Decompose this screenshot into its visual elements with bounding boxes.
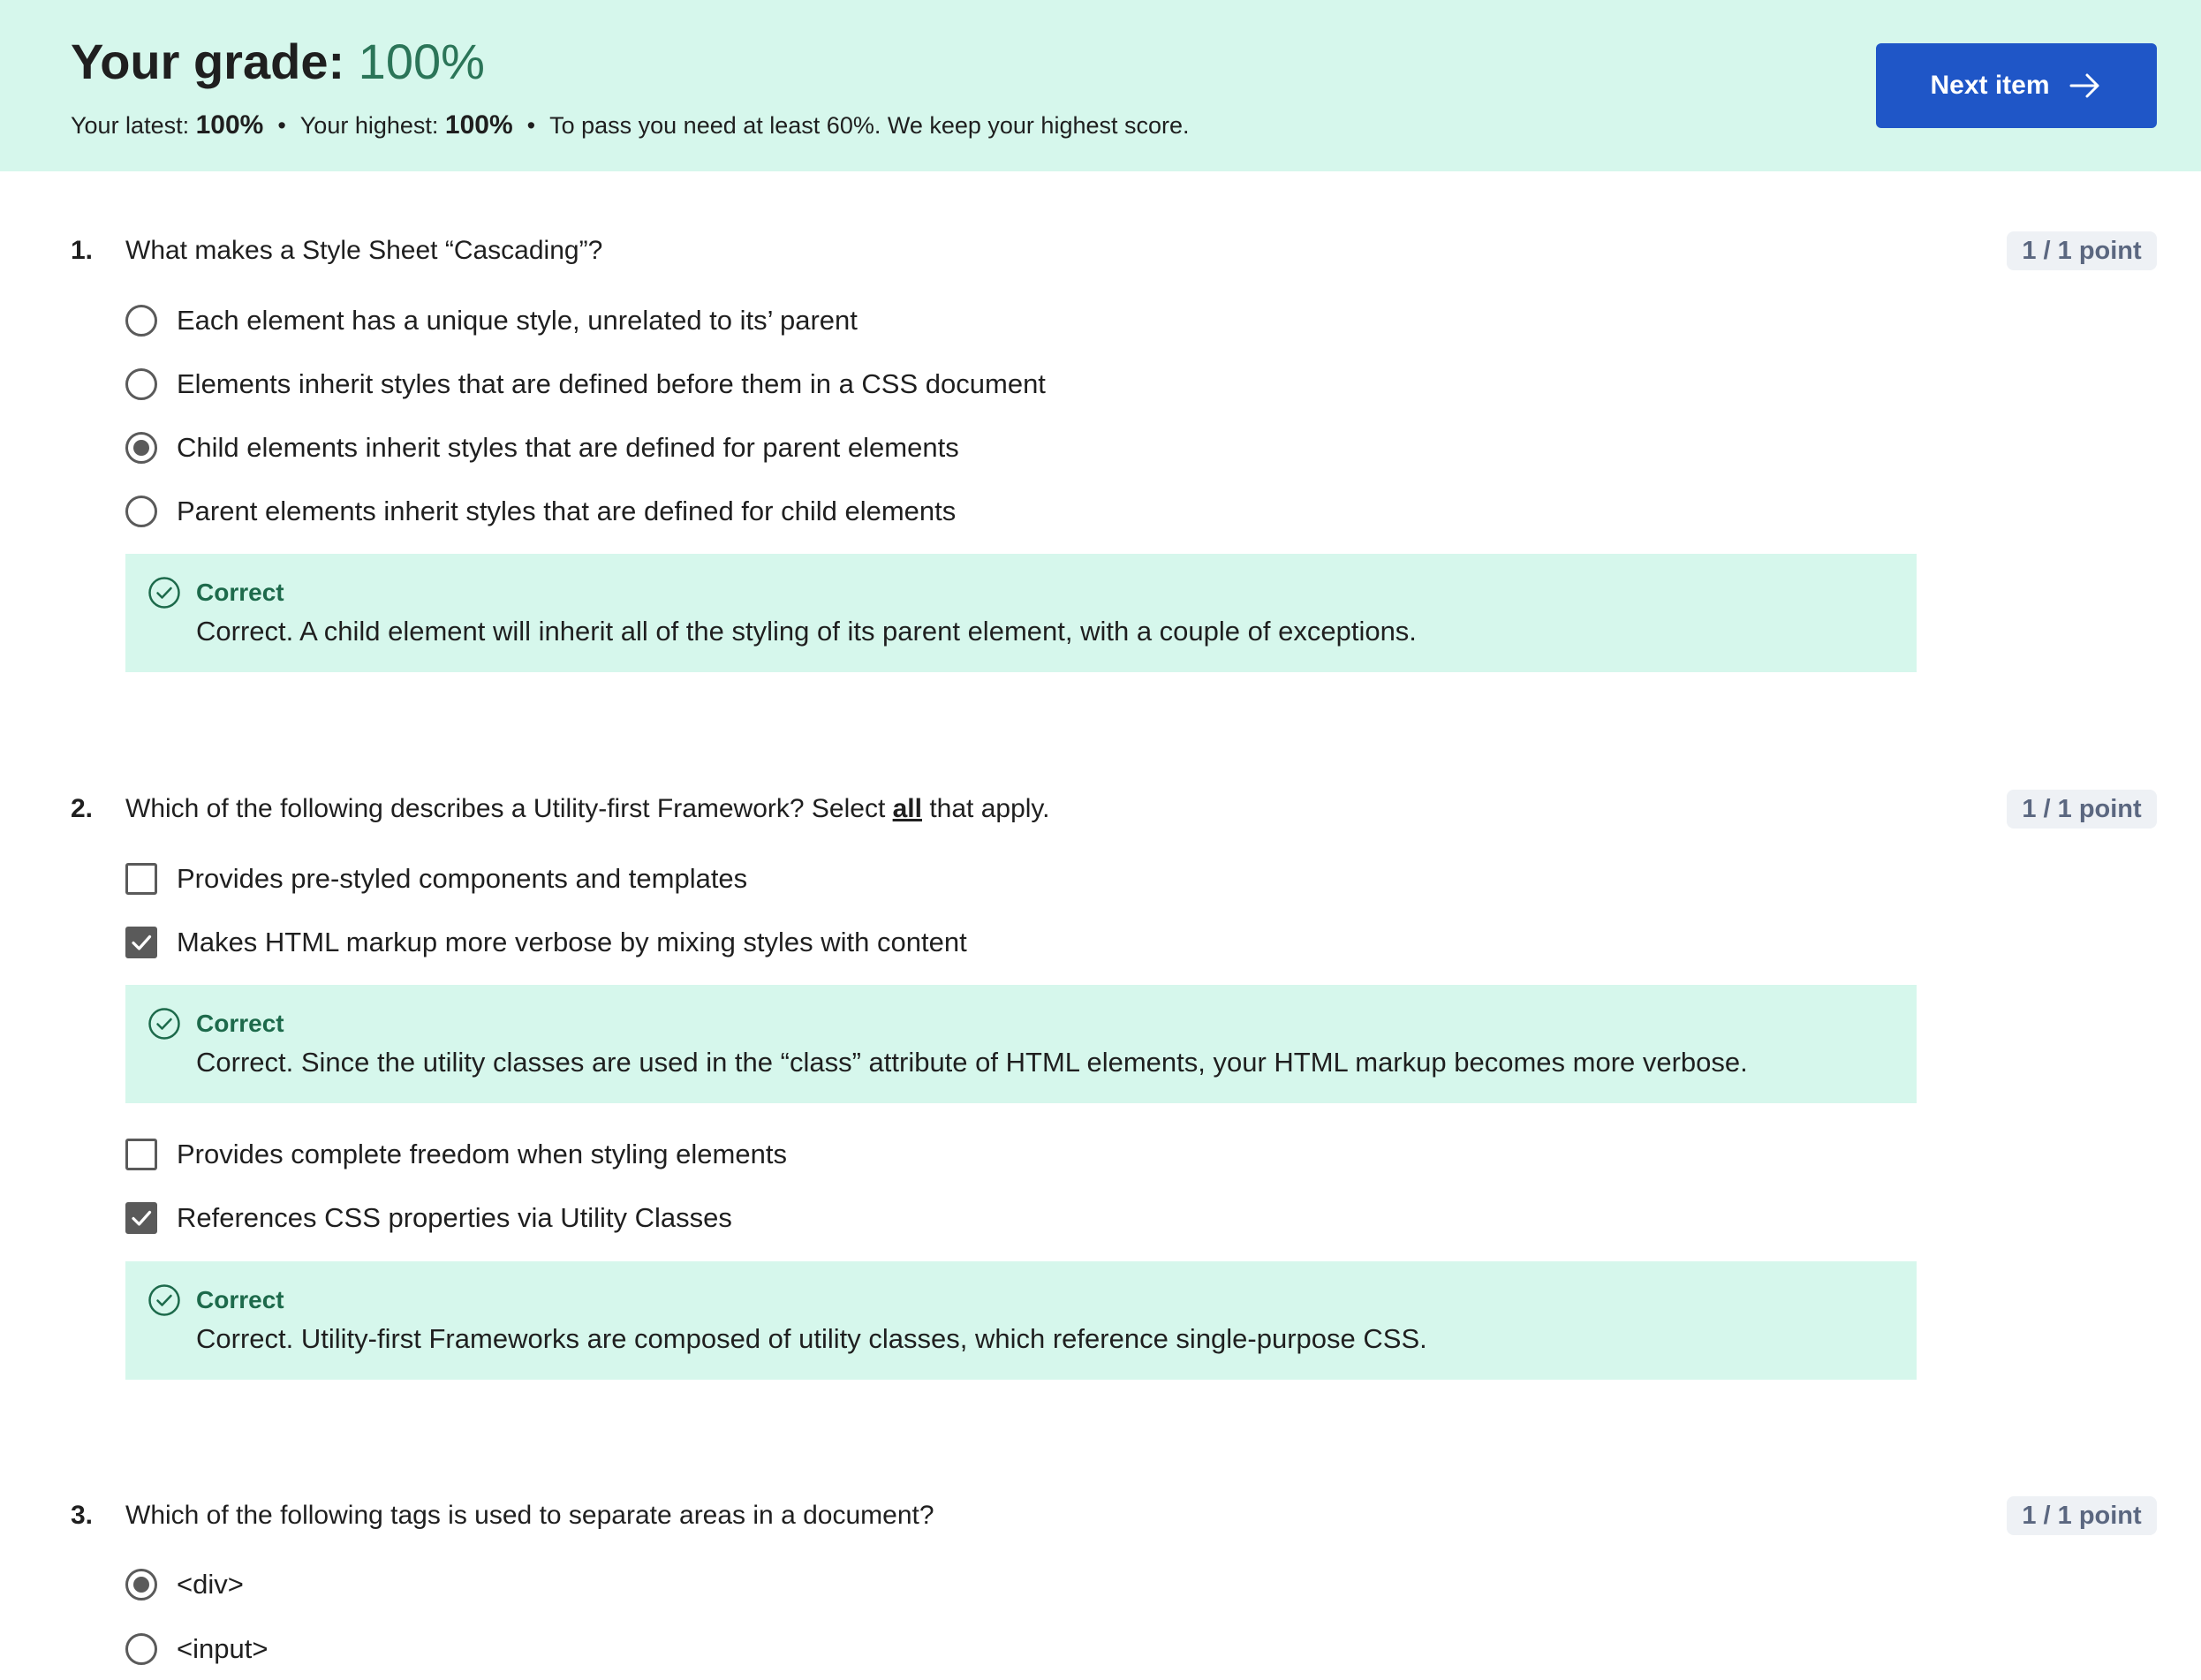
question-3-option-1[interactable]: <div> — [125, 1565, 244, 1604]
question-2-option-4[interactable]: References CSS properties via Utility Cl… — [125, 1199, 732, 1237]
question-1-feedback: Correct Correct. A child element will in… — [125, 554, 1917, 672]
option-label: Parent elements inherit styles that are … — [177, 496, 957, 526]
checkbox-checked[interactable] — [125, 927, 157, 958]
highest-label: Your highest: — [299, 112, 445, 139]
option-label: Provides pre-styled components and templ… — [177, 863, 748, 894]
separator: • — [526, 112, 536, 139]
question-1-option-4[interactable]: Parent elements inherit styles that are … — [125, 492, 956, 531]
grade-label: Your grade: — [71, 34, 359, 89]
check-circle-icon — [148, 1284, 180, 1316]
grade-value: 100% — [358, 34, 485, 89]
radio-button[interactable] — [125, 496, 157, 527]
question-1-option-1[interactable]: Each element has a unique style, unrelat… — [125, 301, 858, 340]
question-1-option-2[interactable]: Elements inherit styles that are defined… — [125, 365, 1046, 404]
question-3-option-2[interactable]: <input> — [125, 1630, 268, 1669]
grade-header: Your grade: 100% Your latest: 100% • Your … — [0, 0, 2201, 171]
checkbox[interactable] — [125, 1139, 157, 1170]
radio-button-selected[interactable] — [125, 432, 157, 464]
radio-button[interactable] — [125, 368, 157, 400]
question-2-option-3[interactable]: Provides complete freedom when styling e… — [125, 1135, 787, 1174]
feedback-text: Correct. Utility-first Frameworks are co… — [196, 1323, 1427, 1354]
radio-button[interactable] — [125, 1633, 157, 1665]
checkmark-icon — [132, 935, 152, 950]
feedback-text: Correct. A child element will inherit al… — [196, 616, 1417, 647]
option-label: <div> — [177, 1569, 244, 1600]
option-label: Makes HTML markup more verbose by mixing… — [177, 927, 967, 957]
arrow-right-icon — [2069, 73, 2099, 98]
option-label: <input> — [177, 1633, 269, 1664]
grade-summary: Your latest: 100% • Your highest: 100% • To … — [71, 104, 1190, 147]
feedback-text: Correct. Since the utility classes are u… — [196, 1047, 1748, 1078]
question-2-feedback-2: Correct Correct. Utility-first Framework… — [125, 1261, 1917, 1380]
question-text-emphasis: all — [892, 794, 922, 823]
question-2-option-1[interactable]: Provides pre-styled components and templ… — [125, 859, 747, 898]
latest-label: Your latest: — [71, 112, 196, 139]
grade-title: Your grade: 100% — [71, 26, 485, 97]
question-1-points: 1 / 1 point — [2007, 231, 2157, 270]
option-label: Elements inherit styles that are defined… — [177, 368, 1046, 399]
question-2-feedback-1: Correct Correct. Since the utility class… — [125, 985, 1917, 1103]
next-item-label: Next item — [1930, 71, 2050, 100]
checkbox[interactable] — [125, 863, 157, 895]
question-text-part: that apply. — [921, 794, 1050, 823]
separator: • — [277, 112, 286, 139]
question-1-option-3[interactable]: Child elements inherit styles that are d… — [125, 428, 959, 467]
feedback-title: Correct — [196, 1286, 284, 1313]
option-label: Provides complete freedom when styling e… — [177, 1139, 787, 1169]
question-text-part: Which of the following describes a Utili… — [125, 794, 893, 823]
radio-button[interactable] — [125, 305, 157, 337]
feedback-title: Correct — [196, 579, 284, 606]
question-2-text: Which of the following describes a Utili… — [125, 790, 1050, 829]
latest-value: 100% — [195, 110, 264, 140]
question-2-points: 1 / 1 point — [2007, 790, 2157, 829]
feedback-title: Correct — [196, 1010, 284, 1037]
question-2-number: 2. — [71, 794, 94, 823]
question-2-option-2[interactable]: Makes HTML markup more verbose by mixing… — [125, 923, 967, 962]
option-label: Child elements inherit styles that are d… — [177, 432, 959, 463]
option-label: Each element has a unique style, unrelat… — [177, 305, 858, 336]
option-label: References CSS properties via Utility Cl… — [177, 1202, 732, 1233]
next-item-button[interactable]: Next item — [1876, 43, 2157, 128]
question-3-number: 3. — [71, 1501, 94, 1530]
question-3-points: 1 / 1 point — [2007, 1496, 2157, 1535]
radio-button-selected[interactable] — [125, 1569, 157, 1601]
pass-note: To pass you need at least 60%. We keep y… — [549, 112, 1190, 139]
question-1-number: 1. — [71, 236, 94, 265]
question-1-text: What makes a Style Sheet “Cascading”? — [125, 236, 603, 265]
checkbox-checked[interactable] — [125, 1202, 157, 1234]
check-circle-icon — [148, 1008, 180, 1040]
checkmark-icon — [132, 1210, 152, 1226]
check-circle-icon — [148, 577, 180, 609]
question-3-text: Which of the following tags is used to s… — [125, 1501, 934, 1530]
highest-value: 100% — [444, 110, 513, 140]
